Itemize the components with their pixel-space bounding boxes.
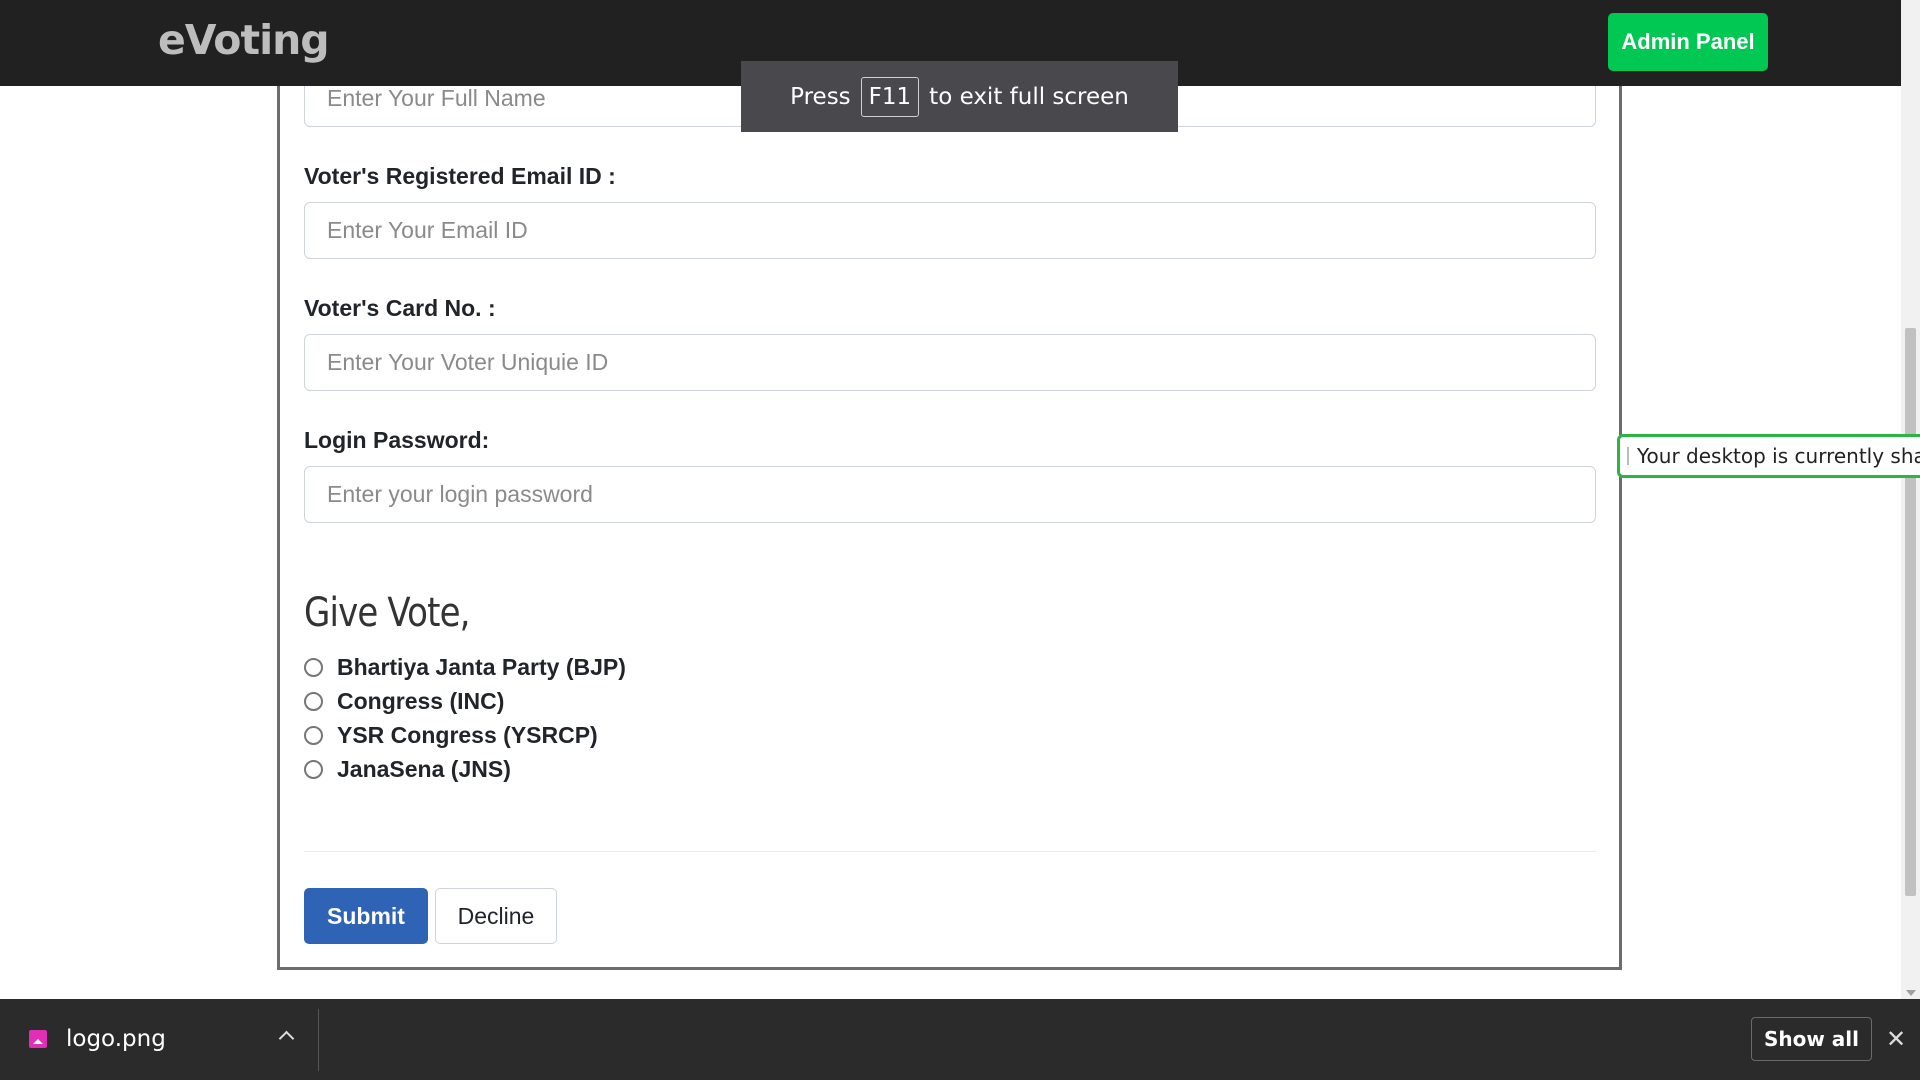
show-all-button[interactable]: Show all <box>1751 1017 1872 1061</box>
toast-text-after: to exit full screen <box>929 83 1129 110</box>
drag-handle-icon[interactable] <box>1627 447 1629 465</box>
radio-button[interactable] <box>304 692 323 711</box>
scroll-down-arrow-icon[interactable] <box>1906 990 1916 996</box>
fullscreen-exit-toast: Press F11 to exit full screen <box>741 61 1178 132</box>
chevron-up-icon[interactable] <box>278 1030 295 1047</box>
vote-option-inc[interactable]: Congress (INC) <box>304 688 504 715</box>
share-notice-text: Your desktop is currently shared <box>1637 444 1920 468</box>
brand-logo[interactable]: eVoting <box>158 16 330 64</box>
f11-key: F11 <box>860 76 920 117</box>
vote-option-ysrcp[interactable]: YSR Congress (YSRCP) <box>304 722 598 749</box>
page-scrollbar[interactable] <box>1901 0 1920 999</box>
password-label: Login Password: <box>304 427 490 453</box>
download-file-name[interactable]: logo.png <box>66 1026 166 1052</box>
submit-button[interactable]: Submit <box>304 888 428 944</box>
admin-panel-button[interactable]: Admin Panel <box>1608 13 1768 71</box>
give-vote-heading: Give Vote, <box>304 590 470 636</box>
scrollbar-thumb[interactable] <box>1905 328 1916 896</box>
shelf-separator <box>318 1009 319 1071</box>
form-divider <box>304 851 1596 852</box>
voter-card-input[interactable]: Enter Your Voter Uniquie ID <box>304 334 1596 391</box>
option-label: Bhartiya Janta Party (BJP) <box>337 654 626 680</box>
password-input[interactable]: Enter your login password <box>304 466 1596 523</box>
email-input[interactable]: Enter Your Email ID <box>304 202 1596 259</box>
decline-button[interactable]: Decline <box>435 888 557 944</box>
voter-card-label: Voter's Card No. : <box>304 295 496 321</box>
desktop-share-notice[interactable]: Your desktop is currently shared <box>1617 434 1920 478</box>
close-icon[interactable]: ✕ <box>1886 1025 1906 1053</box>
vote-option-bjp[interactable]: Bhartiya Janta Party (BJP) <box>304 654 626 681</box>
option-label: Congress (INC) <box>337 688 505 714</box>
email-label: Voter's Registered Email ID : <box>304 163 616 189</box>
toast-text-before: Press <box>790 83 851 110</box>
radio-button[interactable] <box>304 760 323 779</box>
radio-button[interactable] <box>304 658 323 677</box>
option-label: YSR Congress (YSRCP) <box>337 722 598 748</box>
option-label: JanaSena (JNS) <box>337 756 511 782</box>
download-shelf: logo.png Show all ✕ <box>0 999 1920 1080</box>
radio-button[interactable] <box>304 726 323 745</box>
vote-option-jns[interactable]: JanaSena (JNS) <box>304 756 511 783</box>
image-file-icon <box>29 1030 47 1048</box>
